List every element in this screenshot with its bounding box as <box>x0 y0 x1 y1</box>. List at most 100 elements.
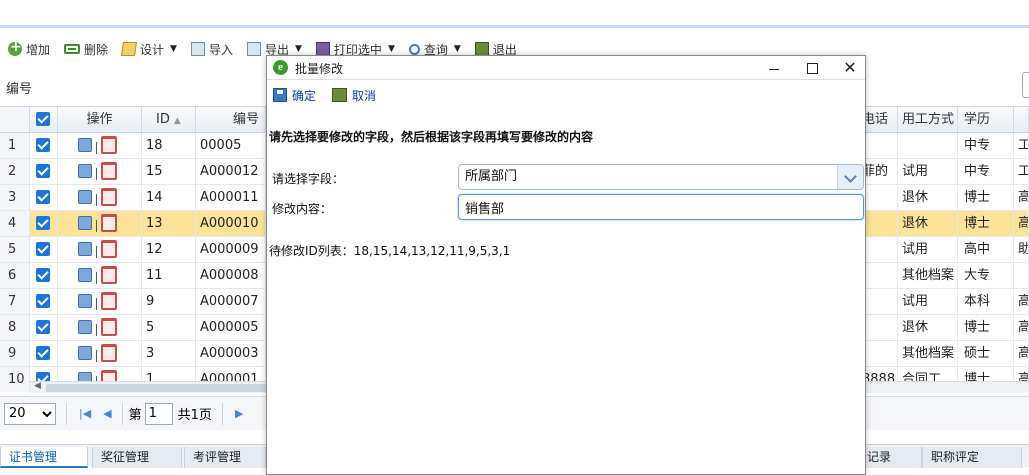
header-id[interactable]: ID ▲ <box>142 107 196 132</box>
page-number-input[interactable] <box>144 402 173 425</box>
row-select[interactable] <box>30 185 58 210</box>
header-code: 编号 <box>196 107 266 132</box>
row-select[interactable] <box>30 341 58 366</box>
trash-icon[interactable] <box>101 162 117 180</box>
row-education: 中专 <box>958 159 1014 184</box>
edit-icon[interactable] <box>78 346 92 360</box>
trash-icon[interactable] <box>101 188 117 206</box>
trash-icon[interactable] <box>101 214 117 232</box>
cancel-icon <box>332 88 348 102</box>
trash-icon[interactable] <box>101 136 117 154</box>
divider <box>96 194 97 206</box>
checkbox-icon[interactable] <box>36 294 50 308</box>
trash-icon[interactable] <box>101 240 117 258</box>
dialog-titlebar[interactable]: e 批量修改 ✕ <box>267 56 865 80</box>
batch-edit-dialog: e 批量修改 ✕ 确定 取消 请先选择要修改的字段，然后根据该字段再填写要修改的… <box>266 55 866 475</box>
tab-records[interactable]: 记录 <box>858 447 922 468</box>
trash-icon[interactable] <box>101 344 117 362</box>
content-label: 修改内容： <box>272 202 333 216</box>
edit-icon[interactable] <box>78 294 92 308</box>
field-select[interactable]: 所属部门 <box>458 164 864 190</box>
checkbox-icon[interactable] <box>36 190 50 204</box>
page-size-select[interactable]: 20 <box>4 402 56 425</box>
tab-awards[interactable]: 奖征管理 <box>92 447 182 468</box>
row-select[interactable] <box>30 133 58 158</box>
row-actions <box>58 133 142 158</box>
delete-button[interactable]: 删除 <box>64 41 108 58</box>
row-select[interactable] <box>30 237 58 262</box>
edit-icon[interactable] <box>78 268 92 282</box>
row-code: 00005 <box>196 133 266 158</box>
trash-icon[interactable] <box>101 318 117 336</box>
chevron-down-icon: ▼ <box>453 44 461 54</box>
row-id: 15 <box>142 159 196 184</box>
import-icon <box>190 42 205 56</box>
trash-icon[interactable] <box>101 292 117 310</box>
header-select-all[interactable] <box>30 107 58 132</box>
first-page-icon[interactable]: |◀ <box>79 407 91 420</box>
import-button[interactable]: 导入 <box>190 41 233 58</box>
tab-evaluation[interactable]: 考评管理 <box>184 447 266 468</box>
edit-icon[interactable] <box>78 138 92 152</box>
checkbox-icon[interactable] <box>36 268 50 282</box>
row-extra: 工 <box>1014 133 1029 158</box>
edit-icon[interactable] <box>78 190 92 204</box>
trash-icon[interactable] <box>101 266 117 284</box>
row-education: 博士 <box>958 315 1014 340</box>
close-icon[interactable]: ✕ <box>837 58 863 78</box>
next-page-icon[interactable]: ▶ <box>235 407 243 420</box>
row-extra: 高 <box>1014 289 1029 314</box>
checkbox-icon[interactable] <box>36 216 50 230</box>
header-education: 学历 <box>958 107 1014 132</box>
maximize-icon[interactable] <box>799 58 825 78</box>
filter-input-edge[interactable] <box>1022 72 1029 98</box>
row-number: 3 <box>0 185 30 210</box>
checkbox-icon[interactable] <box>36 138 50 152</box>
row-select[interactable] <box>30 315 58 340</box>
row-actions <box>58 263 142 288</box>
row-number: 7 <box>0 289 30 314</box>
checkbox-icon[interactable] <box>36 346 50 360</box>
chevron-down-icon[interactable] <box>837 165 863 189</box>
divider <box>96 324 97 336</box>
row-number: 2 <box>0 159 30 184</box>
checkbox-icon[interactable] <box>36 242 50 256</box>
row-id: 18 <box>142 133 196 158</box>
chevron-down-icon: ▼ <box>170 44 177 54</box>
minimize-icon[interactable] <box>761 58 787 78</box>
row-employment: 试用 <box>898 237 958 262</box>
prev-page-icon[interactable]: ◀ <box>103 407 111 420</box>
edit-icon[interactable] <box>78 164 92 178</box>
row-number: 1 <box>0 133 30 158</box>
checkbox-icon[interactable] <box>36 164 50 178</box>
row-number: 4 <box>0 211 30 236</box>
chevron-down-icon: ▼ <box>387 44 395 54</box>
tab-certificate[interactable]: 证书管理 <box>0 447 88 468</box>
row-select[interactable] <box>30 289 58 314</box>
row-select[interactable] <box>30 211 58 236</box>
divider <box>96 246 97 258</box>
cancel-button[interactable]: 取消 <box>332 87 376 104</box>
design-button[interactable]: 设计 ▼ <box>121 41 177 58</box>
row-select[interactable] <box>30 159 58 184</box>
row-select[interactable] <box>30 263 58 288</box>
edit-icon[interactable] <box>78 320 92 334</box>
scroll-left-icon[interactable]: ◀ <box>34 381 41 391</box>
tab-title-review[interactable]: 职称评定 <box>922 447 1022 468</box>
add-button[interactable]: 增加 <box>8 39 50 58</box>
checkbox-icon[interactable] <box>36 320 50 334</box>
row-id: 13 <box>142 211 196 236</box>
edit-icon[interactable] <box>78 242 92 256</box>
divider <box>96 142 97 154</box>
confirm-button[interactable]: 确定 <box>273 87 316 104</box>
row-extra: 高 <box>1014 341 1029 366</box>
edit-icon[interactable] <box>78 216 92 230</box>
row-actions <box>58 159 142 184</box>
row-education: 硕士 <box>958 341 1014 366</box>
add-icon <box>8 39 22 56</box>
checkbox-icon[interactable] <box>36 112 50 126</box>
row-actions <box>58 185 142 210</box>
row-id: 11 <box>142 263 196 288</box>
content-input[interactable] <box>458 194 864 220</box>
print-icon <box>315 42 330 56</box>
